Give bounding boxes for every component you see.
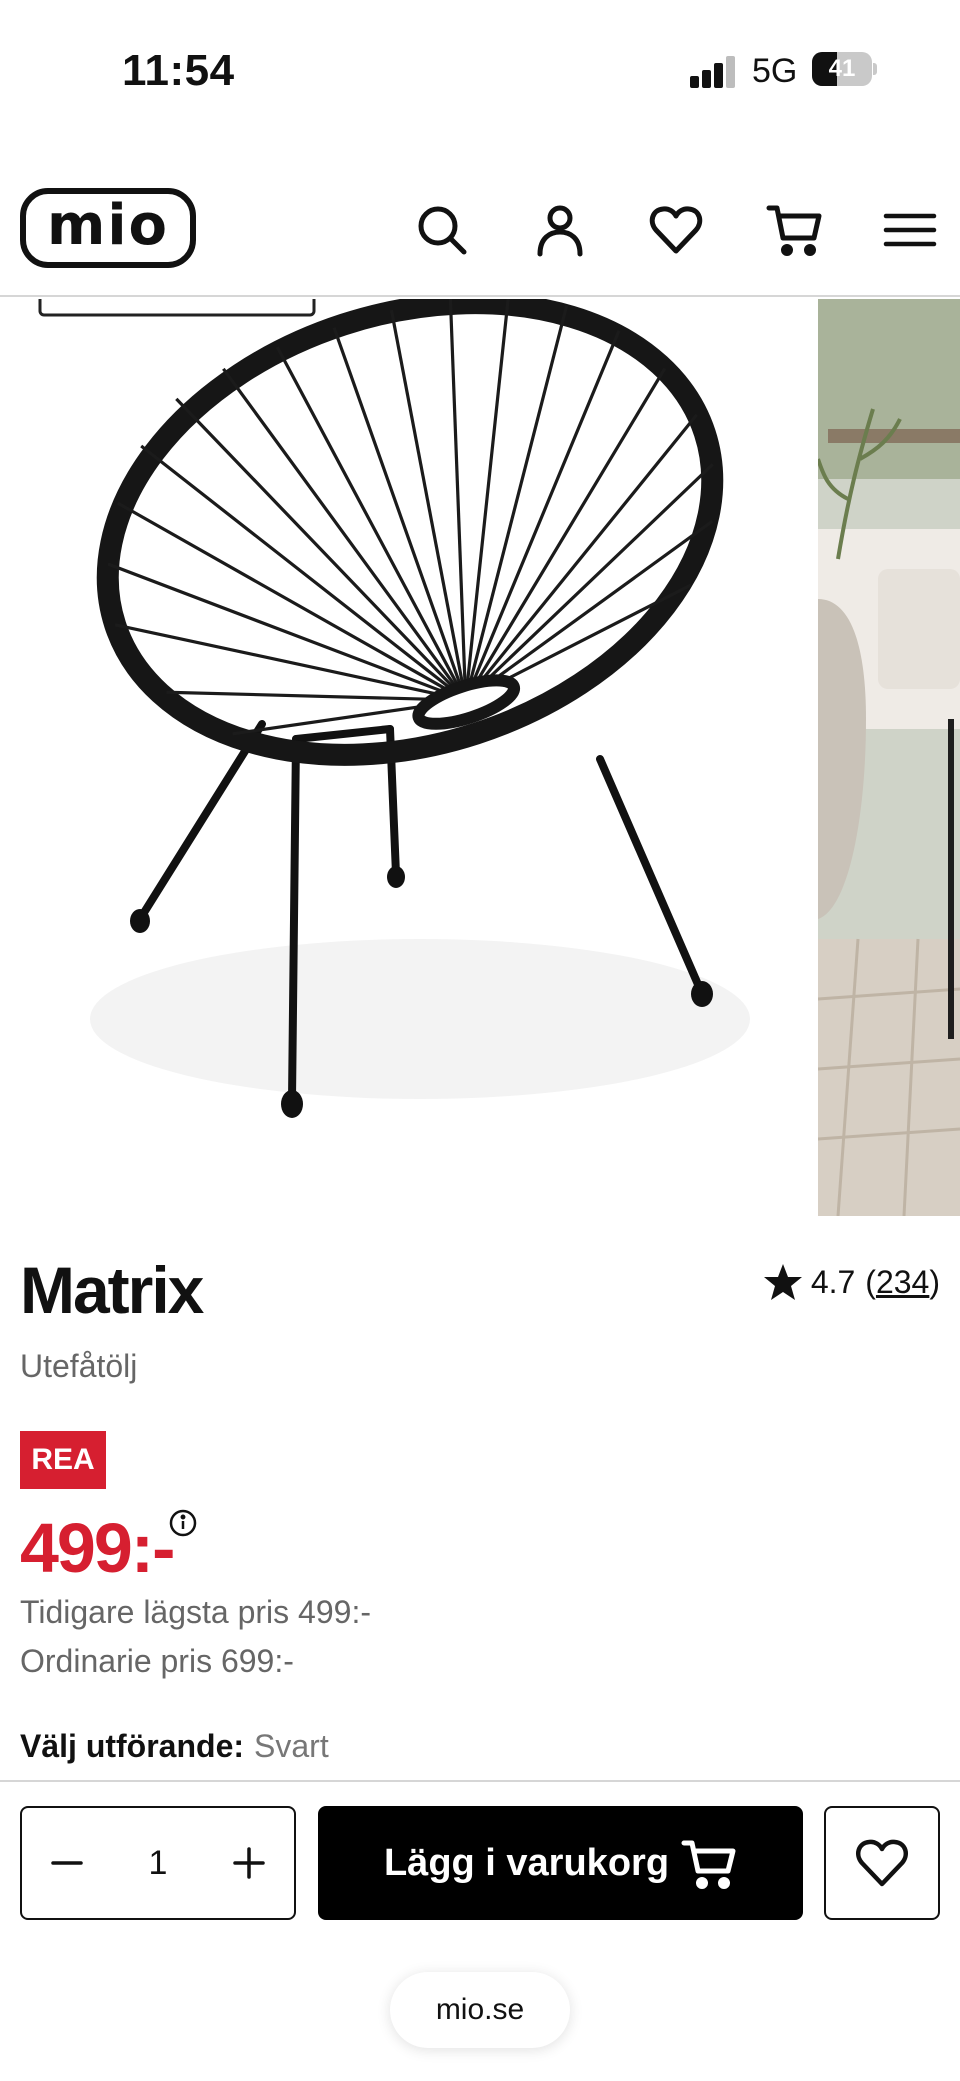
product-gallery[interactable] bbox=[0, 299, 960, 1216]
add-to-wishlist-button[interactable] bbox=[824, 1806, 940, 1920]
product-title: Matrix bbox=[20, 1253, 204, 1327]
review-count-link[interactable]: 234 bbox=[876, 1264, 929, 1301]
account-icon[interactable] bbox=[530, 200, 590, 260]
signal-icon bbox=[690, 56, 738, 88]
regular-price: Ordinarie pris 699:- bbox=[20, 1643, 294, 1679]
variant-label: Välj utförande: bbox=[20, 1728, 245, 1764]
add-to-cart-button[interactable]: Lägg i varukorg bbox=[318, 1806, 803, 1920]
review-count-open: ( bbox=[865, 1263, 876, 1300]
sale-badge: REA bbox=[20, 1431, 106, 1489]
site-header: mio bbox=[0, 160, 960, 297]
menu-icon[interactable] bbox=[880, 200, 940, 260]
mio-logo[interactable]: mio bbox=[20, 188, 196, 268]
previous-lowest-price: Tidigare lägsta pris 499:- bbox=[20, 1594, 371, 1630]
product-rating[interactable]: 4.7 (234) bbox=[763, 1262, 940, 1302]
product-price: 499:- bbox=[20, 1509, 175, 1587]
add-to-cart-label: Lägg i varukorg bbox=[383, 1841, 670, 1884]
product-image-chair[interactable] bbox=[0, 299, 815, 1216]
star-icon bbox=[763, 1264, 802, 1300]
increase-quantity-button[interactable] bbox=[204, 1808, 294, 1918]
quantity-stepper: 1 bbox=[20, 1806, 296, 1920]
variant-selector[interactable]: Välj utförande: Svart bbox=[20, 1728, 329, 1765]
status-time: 11:54 bbox=[122, 46, 235, 95]
browser-url-pill[interactable]: mio.se bbox=[390, 1972, 570, 2048]
battery-icon: 41 bbox=[812, 52, 877, 86]
battery-level: 41 bbox=[828, 55, 856, 82]
cart-icon[interactable] bbox=[764, 200, 824, 260]
heart-icon[interactable] bbox=[646, 200, 706, 260]
search-icon[interactable] bbox=[412, 200, 472, 260]
variant-value: Svart bbox=[254, 1728, 329, 1764]
info-icon[interactable] bbox=[168, 1508, 198, 1538]
logo-text: mio bbox=[46, 192, 170, 258]
network-type: 5G bbox=[752, 52, 798, 90]
decrease-quantity-button[interactable] bbox=[22, 1808, 112, 1918]
minus-icon bbox=[51, 1861, 83, 1865]
bottom-action-bar: 1 Lägg i varukorg mio.se bbox=[0, 1780, 960, 2081]
review-count-close: ) bbox=[929, 1263, 940, 1300]
product-image-lifestyle[interactable] bbox=[818, 299, 960, 1216]
plus-icon bbox=[233, 1847, 265, 1879]
cart-icon bbox=[681, 1840, 736, 1889]
product-category: Utefåtölj bbox=[20, 1348, 138, 1384]
rating-value: 4.7 bbox=[810, 1263, 856, 1300]
quantity-value[interactable]: 1 bbox=[112, 1808, 204, 1918]
status-bar: 11:54 5G 41 bbox=[0, 0, 960, 140]
heart-icon bbox=[856, 1839, 908, 1887]
